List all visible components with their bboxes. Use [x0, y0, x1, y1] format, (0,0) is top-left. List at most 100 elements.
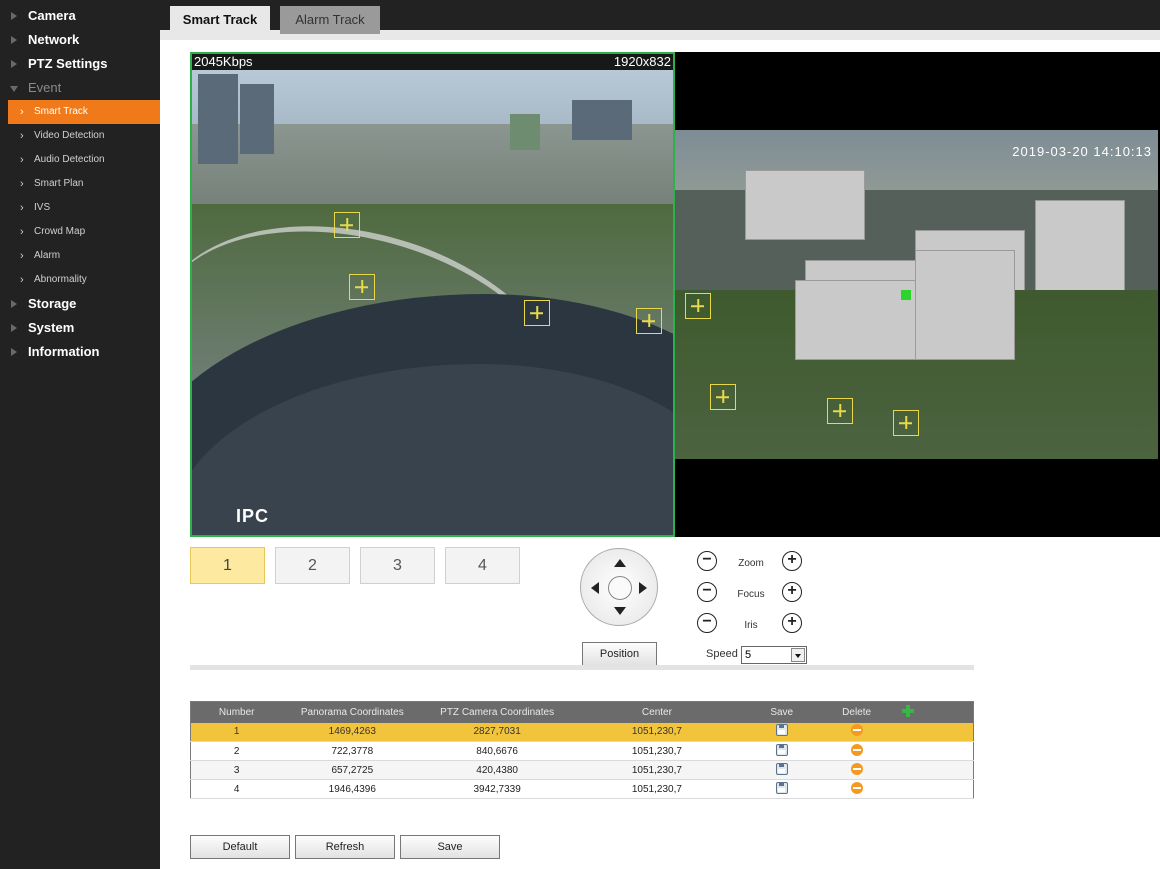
ptz-camera-view[interactable]: 2019-03-20 14:10:13: [675, 130, 1158, 459]
panorama-coordinates-cell: 1469,4263: [282, 722, 423, 742]
sidebar: Camera Network PTZ Settings Event › Smart…: [0, 0, 160, 869]
track-target-box[interactable]: [893, 410, 919, 436]
sidebar-item-video-detection[interactable]: › Video Detection: [0, 124, 160, 148]
sidebar-item-storage[interactable]: Storage: [0, 292, 160, 316]
sidebar-item-system[interactable]: System: [0, 316, 160, 340]
tab-alarm-track[interactable]: Alarm Track: [280, 6, 380, 34]
track-target-box[interactable]: [827, 398, 853, 424]
sidebar-item-label: Network: [28, 32, 80, 47]
number-cell: 3: [190, 760, 283, 780]
default-button[interactable]: Default: [190, 835, 290, 859]
sidebar-item-label: Video Detection: [34, 130, 105, 141]
ptz-center-button[interactable]: [608, 576, 632, 600]
focus-far-button[interactable]: +: [782, 582, 802, 602]
preset-1-button[interactable]: 1: [190, 547, 265, 584]
center-cell: 1051,230,7: [572, 741, 742, 761]
column-header: PTZ Camera Coordinates: [422, 701, 573, 723]
delete-icon[interactable]: [850, 781, 863, 794]
sidebar-item-information[interactable]: Information: [0, 340, 160, 364]
zoom-out-button[interactable]: −: [697, 551, 717, 571]
table-header-row: Number Panorama Coordinates PTZ Camera C…: [190, 701, 974, 723]
save-icon[interactable]: [775, 781, 788, 794]
preset-table: Number Panorama Coordinates PTZ Camera C…: [190, 701, 974, 799]
timestamp-readout: 2019-03-20 14:10:13: [1012, 144, 1152, 159]
focus-near-button[interactable]: −: [697, 582, 717, 602]
sidebar-item-label: Event: [28, 80, 62, 95]
save-icon[interactable]: [775, 724, 788, 737]
add-icon[interactable]: [901, 704, 914, 717]
track-target-box[interactable]: [334, 212, 360, 238]
table-row[interactable]: 4 1946,4396 3942,7339 1051,230,7: [190, 779, 974, 799]
sidebar-item-event[interactable]: Event: [0, 76, 160, 100]
zoom-label: Zoom: [738, 558, 764, 569]
preset-4-button[interactable]: 4: [445, 547, 520, 584]
track-target-box[interactable]: [524, 300, 550, 326]
ptz-coordinates-cell: 2827,7031: [422, 722, 573, 742]
preset-3-button[interactable]: 3: [360, 547, 435, 584]
panorama-coordinates-cell: 722,3778: [282, 741, 423, 761]
sidebar-item-label: Camera: [28, 8, 76, 23]
sidebar-item-network[interactable]: Network: [0, 28, 160, 52]
panorama-coordinates-cell: 1946,4396: [282, 779, 423, 799]
center-cell: 1051,230,7: [572, 760, 742, 780]
track-target-box[interactable]: [349, 274, 375, 300]
refresh-button[interactable]: Refresh: [295, 835, 395, 859]
right-arrow-icon[interactable]: [639, 582, 647, 594]
delete-icon[interactable]: [850, 724, 863, 737]
sidebar-item-label: System: [28, 320, 75, 335]
iris-close-button[interactable]: −: [697, 613, 717, 633]
sidebar-item-label: Audio Detection: [34, 154, 105, 165]
preset-2-button[interactable]: 2: [275, 547, 350, 584]
table-row[interactable]: 2 722,3778 840,6676 1051,230,7: [190, 741, 974, 761]
up-arrow-icon[interactable]: [614, 559, 626, 567]
center-cell: 1051,230,7: [572, 722, 742, 742]
sidebar-item-ivs[interactable]: › IVS: [0, 196, 160, 220]
save-cell: [741, 779, 822, 799]
save-cell: [741, 760, 822, 780]
save-icon[interactable]: [775, 762, 788, 775]
chevron-right-icon: ›: [20, 274, 24, 286]
delete-cell: [821, 760, 892, 780]
chevron-right-icon: ›: [20, 202, 24, 214]
collapse-arrow-icon: [10, 86, 18, 92]
chevron-right-icon: ›: [20, 106, 24, 118]
left-arrow-icon[interactable]: [591, 582, 599, 594]
chevron-right-icon: ›: [20, 226, 24, 238]
bitrate-readout: 2045Kbps: [194, 54, 253, 69]
osd-bar: [192, 54, 673, 70]
track-target-box[interactable]: [685, 293, 711, 319]
panorama-view[interactable]: 2045Kbps 1920x832 IPC: [190, 52, 675, 537]
track-target-box[interactable]: [636, 308, 662, 334]
tab-smart-track[interactable]: Smart Track: [170, 6, 270, 34]
down-arrow-icon[interactable]: [614, 607, 626, 615]
ptz-direction-pad: [580, 548, 658, 626]
iris-open-button[interactable]: +: [782, 613, 802, 633]
number-cell: 4: [190, 779, 283, 799]
tab-bar: Smart Track Alarm Track: [160, 0, 1160, 40]
sidebar-item-abnormality[interactable]: › Abnormality: [0, 268, 160, 292]
sidebar-item-crowd-map[interactable]: › Crowd Map: [0, 220, 160, 244]
save-button[interactable]: Save: [400, 835, 500, 859]
sidebar-item-smart-plan[interactable]: › Smart Plan: [0, 172, 160, 196]
sidebar-item-ptz-settings[interactable]: PTZ Settings: [0, 52, 160, 76]
sidebar-item-smart-track[interactable]: › Smart Track: [8, 100, 160, 124]
position-button[interactable]: Position: [582, 642, 657, 666]
add-row-cell: [891, 701, 974, 723]
table-row[interactable]: 1 1469,4263 2827,7031 1051,230,7: [190, 722, 974, 742]
save-icon[interactable]: [775, 743, 788, 756]
track-target-box[interactable]: [710, 384, 736, 410]
chevron-right-icon: ›: [20, 130, 24, 142]
delete-icon[interactable]: [850, 743, 863, 756]
speed-select[interactable]: 5: [741, 646, 807, 664]
column-header: Panorama Coordinates: [282, 701, 423, 723]
zoom-in-button[interactable]: +: [782, 551, 802, 571]
sidebar-item-audio-detection[interactable]: › Audio Detection: [0, 148, 160, 172]
sidebar-item-alarm[interactable]: › Alarm: [0, 244, 160, 268]
speed-value: 5: [745, 649, 752, 661]
table-row[interactable]: 3 657,2725 420,4380 1051,230,7: [190, 760, 974, 780]
chevron-down-icon[interactable]: [791, 648, 805, 662]
delete-icon[interactable]: [850, 762, 863, 775]
expand-arrow-icon: [11, 12, 17, 20]
ptz-coordinates-cell: 840,6676: [422, 741, 573, 761]
sidebar-item-camera[interactable]: Camera: [0, 4, 160, 28]
